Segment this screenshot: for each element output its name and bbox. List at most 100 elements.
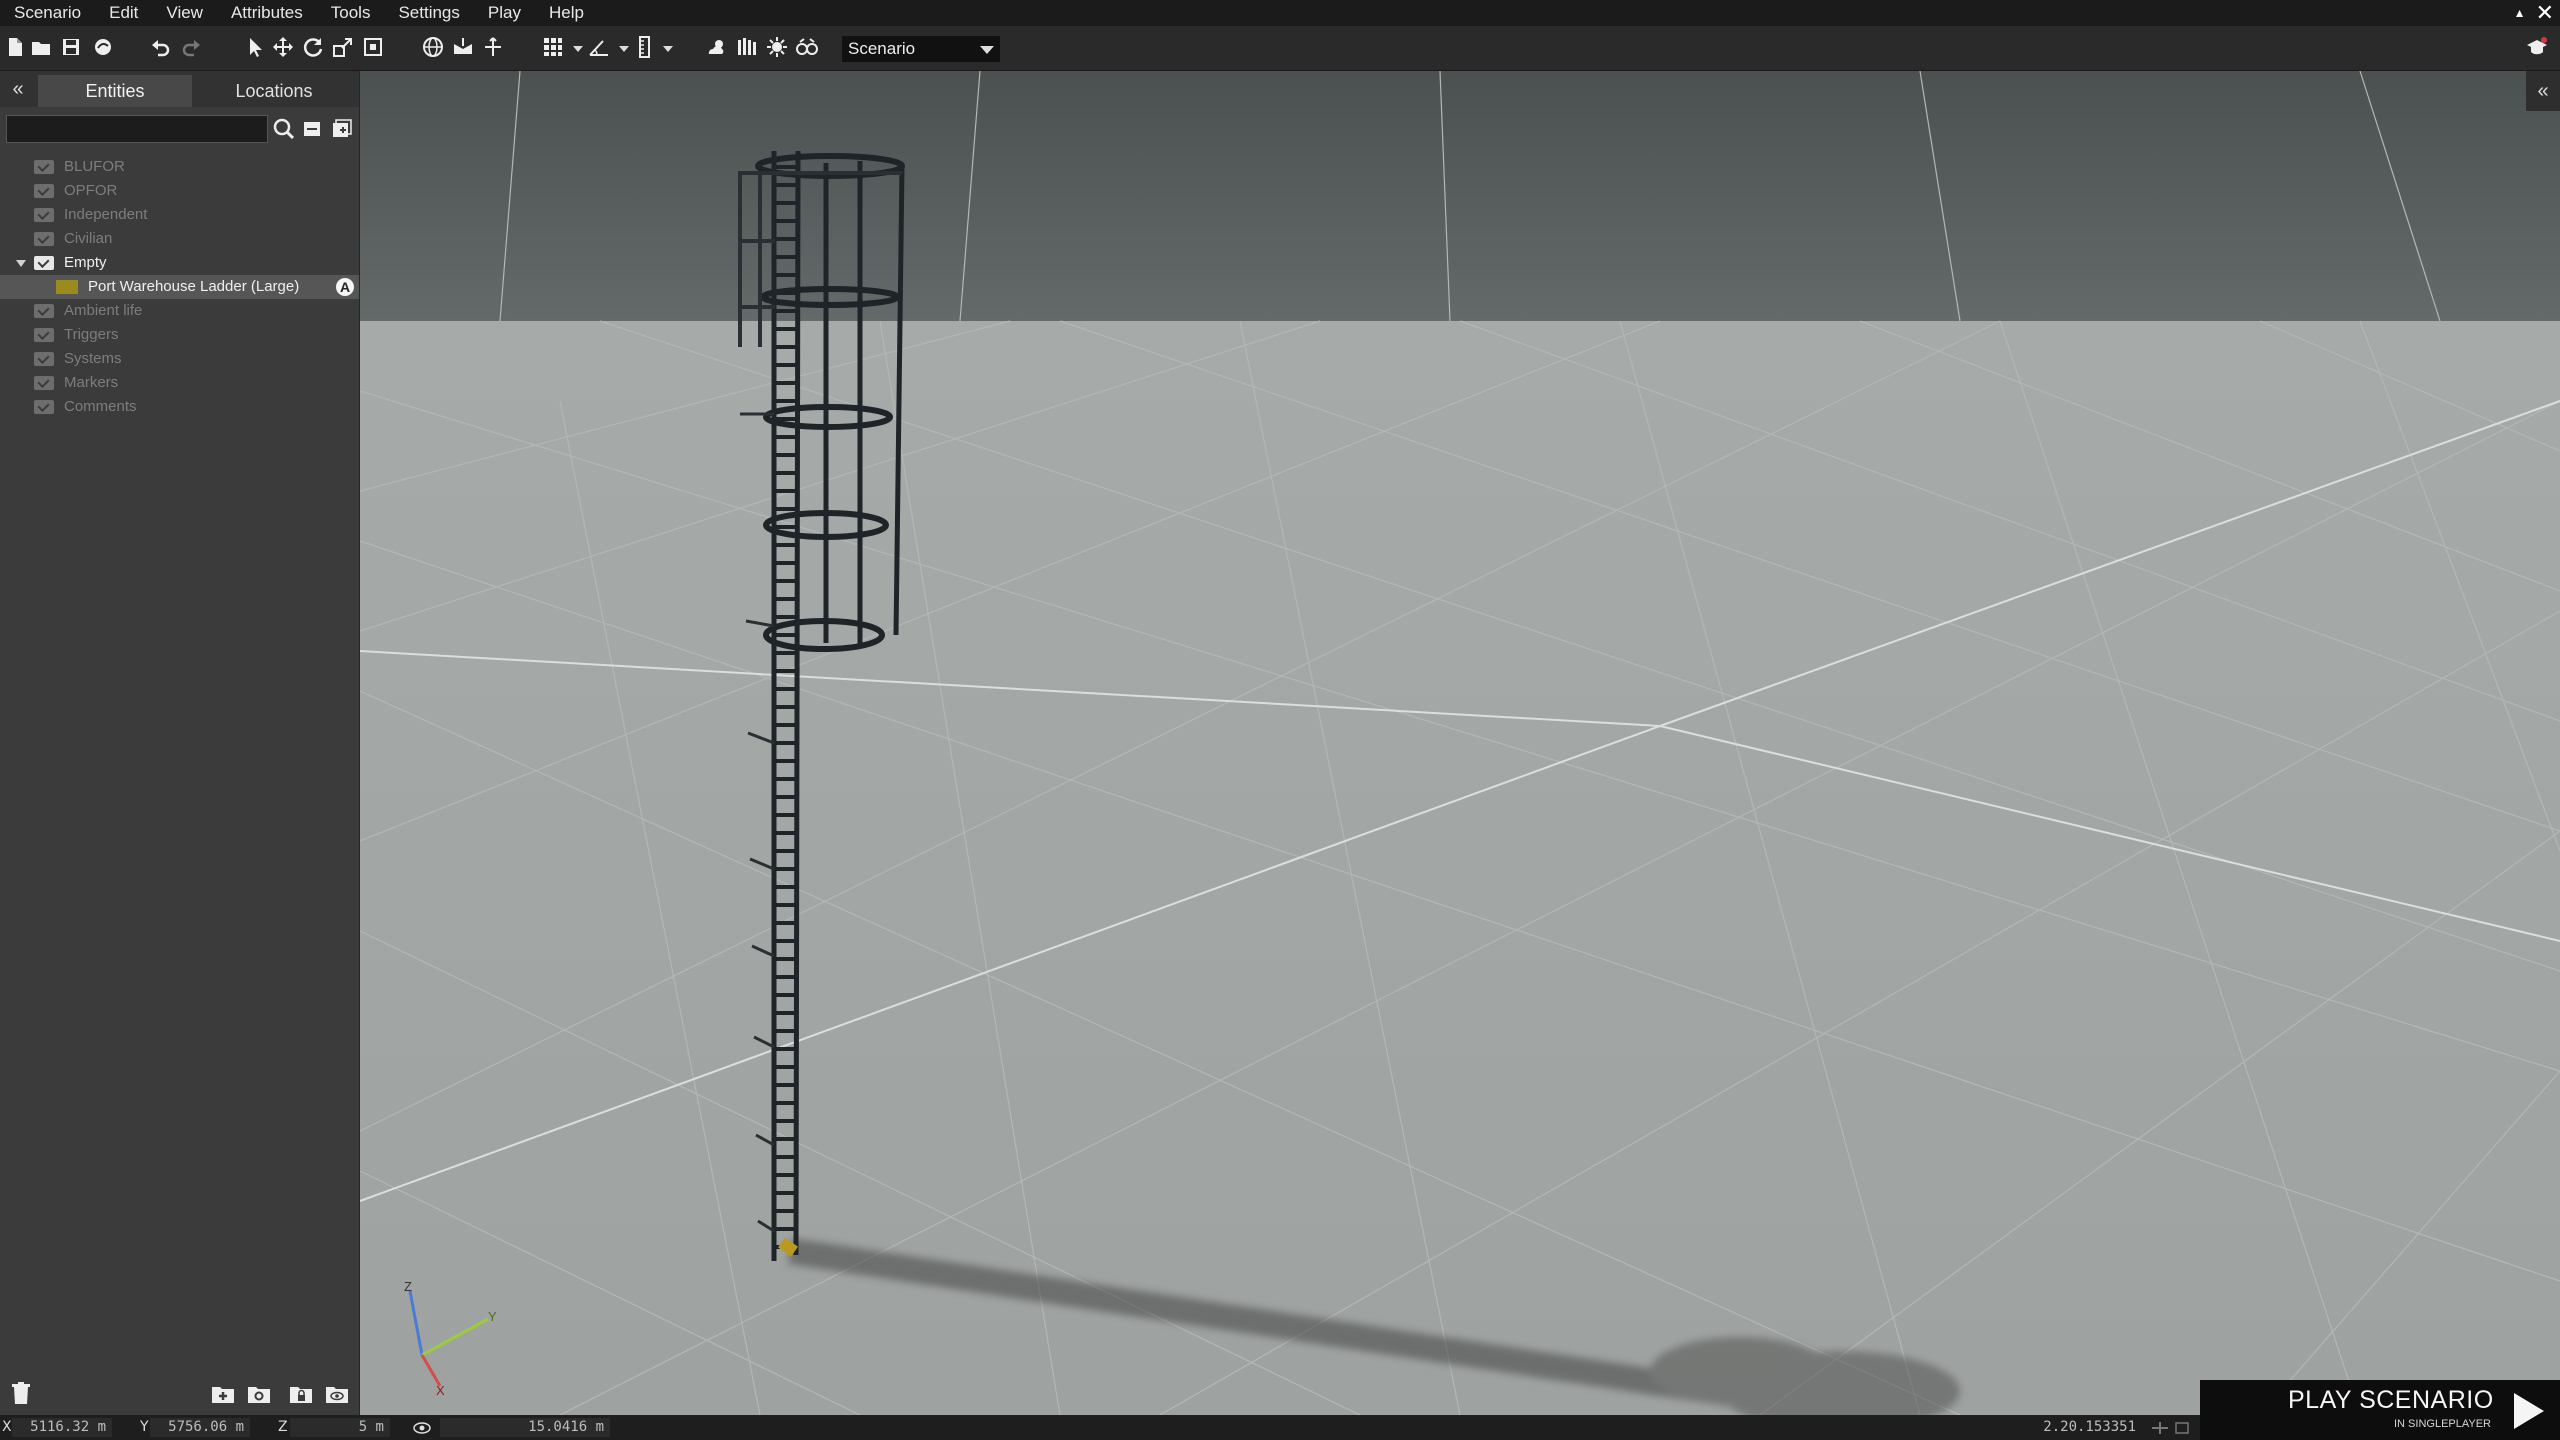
axis-x-label: X	[436, 1383, 445, 1398]
eye-icon	[413, 1422, 431, 1434]
save-icon[interactable]	[60, 36, 82, 58]
tree-item-label: OPFOR	[64, 182, 118, 199]
vertical-mode-icon[interactable]	[452, 36, 474, 58]
show-layer-icon[interactable]	[324, 1381, 350, 1405]
tree-item-label: Empty	[64, 254, 107, 271]
checkbox-icon[interactable]	[34, 184, 54, 198]
redo-icon[interactable]	[180, 36, 202, 58]
checkbox-icon[interactable]	[34, 208, 54, 222]
checkbox-icon[interactable]	[34, 352, 54, 366]
chevron-down-icon	[980, 46, 994, 54]
menu-bar: Scenario Edit View Attributes Tools Sett…	[0, 0, 2560, 26]
x-coord-value[interactable]: 5116.32 m	[12, 1418, 112, 1437]
ruler-dropdown-icon[interactable]	[663, 46, 673, 52]
axis-z-label: Z	[404, 1279, 412, 1294]
axis-y-label: Y	[488, 1309, 497, 1324]
tree-item-ambient-life[interactable]: Ambient life	[0, 299, 359, 323]
search-input[interactable]	[6, 115, 268, 143]
close-icon[interactable]: ✕	[2536, 0, 2554, 26]
checkbox-icon[interactable]	[34, 376, 54, 390]
status-bar: X 5116.32 m Y 5756.06 m Z 5 m 15.0416 m …	[0, 1415, 2560, 1440]
move-icon[interactable]	[272, 36, 294, 58]
trash-icon[interactable]	[8, 1381, 34, 1405]
checkbox-icon[interactable]	[34, 304, 54, 318]
lighting-icon[interactable]	[766, 36, 788, 58]
new-file-icon[interactable]	[4, 36, 26, 58]
checkbox-icon[interactable]	[34, 256, 54, 270]
tab-locations[interactable]: Locations	[196, 75, 352, 107]
expand-arrow-icon[interactable]	[16, 260, 26, 267]
tree-item-label: BLUFOR	[64, 158, 125, 175]
menu-tools[interactable]: Tools	[317, 0, 385, 26]
menu-edit[interactable]: Edit	[95, 0, 152, 26]
checkbox-icon[interactable]	[34, 232, 54, 246]
tree-item-civilian[interactable]: Civilian	[0, 227, 359, 251]
select-icon[interactable]	[244, 36, 266, 58]
object-swatch-icon	[56, 280, 78, 294]
tree-item-blufor[interactable]: BLUFOR	[0, 155, 359, 179]
arma-logo-icon: A	[336, 278, 354, 296]
weather-icon[interactable]	[706, 36, 728, 58]
collapse-right-button[interactable]: «	[2526, 71, 2560, 111]
entities-panel: « Entities Locations BLUFOR OPFOR Indepe…	[0, 71, 360, 1415]
ground-plane	[360, 321, 2560, 1415]
tree-item-markers[interactable]: Markers	[0, 371, 359, 395]
publish-icon[interactable]	[92, 36, 114, 58]
academy-icon[interactable]	[2526, 36, 2548, 58]
menu-scenario[interactable]: Scenario	[0, 0, 95, 26]
tree-item-empty[interactable]: Empty	[0, 251, 359, 275]
collapse-left-button[interactable]: «	[6, 77, 30, 101]
add-layer-icon[interactable]	[210, 1381, 236, 1405]
tab-entities[interactable]: Entities	[38, 75, 192, 107]
scenario-select[interactable]: Scenario	[842, 36, 1000, 62]
globe-icon[interactable]	[422, 36, 444, 58]
menu-settings[interactable]: Settings	[384, 0, 473, 26]
layer-settings-icon[interactable]	[246, 1381, 272, 1405]
angle-dropdown-icon[interactable]	[619, 46, 629, 52]
tree-item-label: Port Warehouse Ladder (Large)	[88, 278, 300, 295]
3d-viewport[interactable]: Z Y X «	[360, 71, 2560, 1415]
checkbox-icon[interactable]	[34, 328, 54, 342]
x-coord-label: X	[2, 1419, 12, 1435]
ruler-icon[interactable]	[634, 36, 656, 58]
camera-distance-value: 15.0416 m	[440, 1418, 610, 1437]
checkbox-icon[interactable]	[34, 160, 54, 174]
tree-item-label: Systems	[64, 350, 122, 367]
menu-play[interactable]: Play	[474, 0, 535, 26]
environment-icon[interactable]	[736, 36, 758, 58]
menu-view[interactable]: View	[152, 0, 217, 26]
area-icon[interactable]	[362, 36, 384, 58]
angle-icon[interactable]	[588, 36, 610, 58]
lock-layer-icon[interactable]	[288, 1381, 314, 1405]
undo-icon[interactable]	[150, 36, 172, 58]
grid-dropdown-icon[interactable]	[573, 46, 583, 52]
menu-help[interactable]: Help	[535, 0, 598, 26]
tree-item-triggers[interactable]: Triggers	[0, 323, 359, 347]
z-coord-label: Z	[278, 1419, 288, 1435]
tree-item-independent[interactable]: Independent	[0, 203, 359, 227]
tree-item-comments[interactable]: Comments	[0, 395, 359, 419]
snap-surface-icon[interactable]	[482, 36, 504, 58]
window-buttons: ▲ ✕	[2514, 0, 2554, 26]
layout-icons[interactable]	[2150, 1420, 2194, 1436]
camera-icon[interactable]	[796, 36, 818, 58]
grid-icon[interactable]	[542, 36, 564, 58]
z-coord-value[interactable]: 5 m	[290, 1418, 390, 1437]
rotate-icon[interactable]	[302, 36, 324, 58]
menu-attributes[interactable]: Attributes	[217, 0, 317, 26]
search-icon[interactable]	[271, 115, 297, 143]
checkbox-icon[interactable]	[34, 400, 54, 414]
minimize-icon[interactable]: ▲	[2514, 0, 2526, 26]
y-coord-value[interactable]: 5756.06 m	[150, 1418, 250, 1437]
scale-icon[interactable]	[332, 36, 354, 58]
collapse-all-icon[interactable]	[300, 115, 326, 143]
entity-tree: BLUFOR OPFOR Independent Civilian Empty …	[0, 155, 359, 419]
tree-item-port-warehouse-ladder[interactable]: Port Warehouse Ladder (Large) A	[0, 275, 359, 299]
play-scenario-button[interactable]: PLAY SCENARIO IN SINGLEPLAYER	[2200, 1380, 2560, 1440]
expand-all-icon[interactable]	[328, 115, 354, 143]
tree-item-opfor[interactable]: OPFOR	[0, 179, 359, 203]
open-folder-icon[interactable]	[30, 36, 52, 58]
tree-item-label: Ambient life	[64, 302, 143, 319]
tree-item-systems[interactable]: Systems	[0, 347, 359, 371]
play-subtitle: IN SINGLEPLAYER	[2394, 1418, 2491, 1430]
